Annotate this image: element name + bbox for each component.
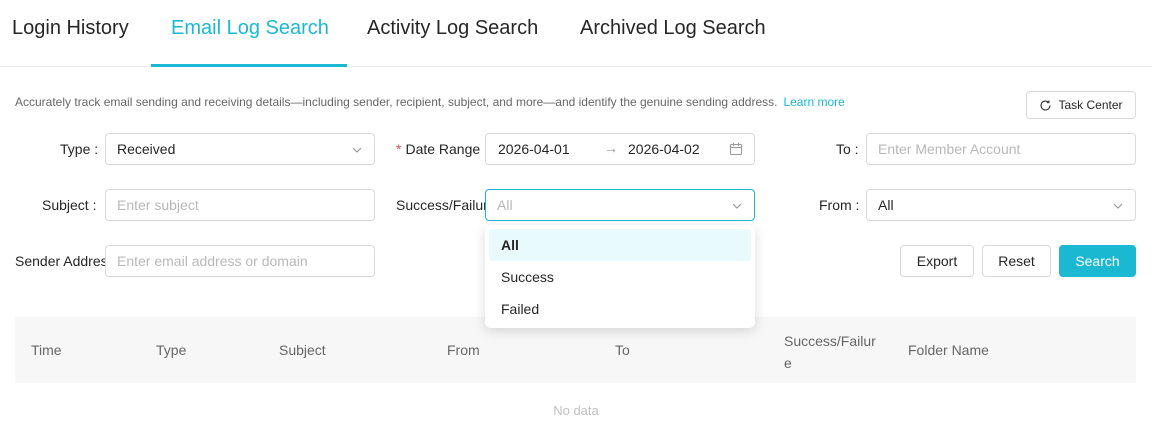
to-input[interactable] <box>878 141 1124 157</box>
to-label: To : <box>836 141 859 157</box>
from-select-value: All <box>878 197 894 213</box>
success-failure-select[interactable]: All <box>485 189 755 221</box>
sender-address-input-wrap <box>105 245 375 277</box>
search-button[interactable]: Search <box>1059 245 1136 277</box>
page-description: Accurately track email sending and recei… <box>15 95 845 109</box>
date-range-label: * Date Range <box>396 141 481 157</box>
column-header-subject: Subject <box>279 342 326 358</box>
subject-label: Subject : <box>42 197 97 213</box>
from-select[interactable]: All <box>866 189 1136 221</box>
column-header-type: Type <box>156 342 187 358</box>
sender-address-input[interactable] <box>117 253 363 269</box>
type-select-value: Received <box>117 141 176 157</box>
to-input-wrap <box>866 133 1136 165</box>
dropdown-option-success[interactable]: Success <box>489 261 751 293</box>
column-header-time: Time <box>31 342 62 358</box>
chevron-down-icon <box>1113 203 1123 209</box>
chevron-down-icon <box>732 203 742 209</box>
from-label: From : <box>819 197 860 213</box>
task-center-label: Task Center <box>1058 98 1123 112</box>
dropdown-option-failed[interactable]: Failed <box>489 293 751 325</box>
date-end-value[interactable]: 2026-04-02 <box>628 141 700 157</box>
learn-more-link[interactable]: Learn more <box>783 95 844 109</box>
tab-login-history[interactable]: Login History <box>12 17 129 40</box>
date-range-arrow: → <box>604 140 618 156</box>
success-failure-placeholder: All <box>497 197 513 213</box>
description-text: Accurately track email sending and recei… <box>15 95 778 109</box>
tab-activity-log-search[interactable]: Activity Log Search <box>367 17 538 40</box>
column-header-from: From <box>447 342 480 358</box>
refresh-icon <box>1040 99 1052 111</box>
subject-input-wrap <box>105 189 375 221</box>
column-header-to: To <box>615 342 630 358</box>
subject-input[interactable] <box>117 197 363 213</box>
column-header-success-failure: Success/Failure <box>784 333 876 371</box>
date-start-value[interactable]: 2026-04-01 <box>498 141 570 157</box>
tab-bar: Login History Email Log Search Activity … <box>0 0 1152 67</box>
required-asterisk: * <box>396 141 402 157</box>
tab-email-log-search[interactable]: Email Log Search <box>171 17 329 40</box>
calendar-icon <box>729 143 743 156</box>
reset-button[interactable]: Reset <box>982 245 1051 277</box>
chevron-down-icon <box>352 147 362 153</box>
export-button[interactable]: Export <box>900 245 974 277</box>
dropdown-option-all[interactable]: All <box>489 229 751 261</box>
task-center-button[interactable]: Task Center <box>1026 91 1136 119</box>
type-select[interactable]: Received <box>105 133 375 165</box>
success-failure-label: Success/Failure <box>396 197 485 213</box>
date-range-picker[interactable]: 2026-04-01 → 2026-04-02 <box>485 133 755 165</box>
sender-address-label: Sender Address <box>15 253 105 269</box>
empty-state-text: No data <box>553 403 599 418</box>
type-label: Type : <box>60 141 99 157</box>
tab-archived-log-search[interactable]: Archived Log Search <box>580 17 766 40</box>
active-tab-indicator <box>151 64 347 67</box>
success-failure-dropdown: All Success Failed <box>485 225 755 328</box>
column-header-folder-name: Folder Name <box>908 342 989 358</box>
